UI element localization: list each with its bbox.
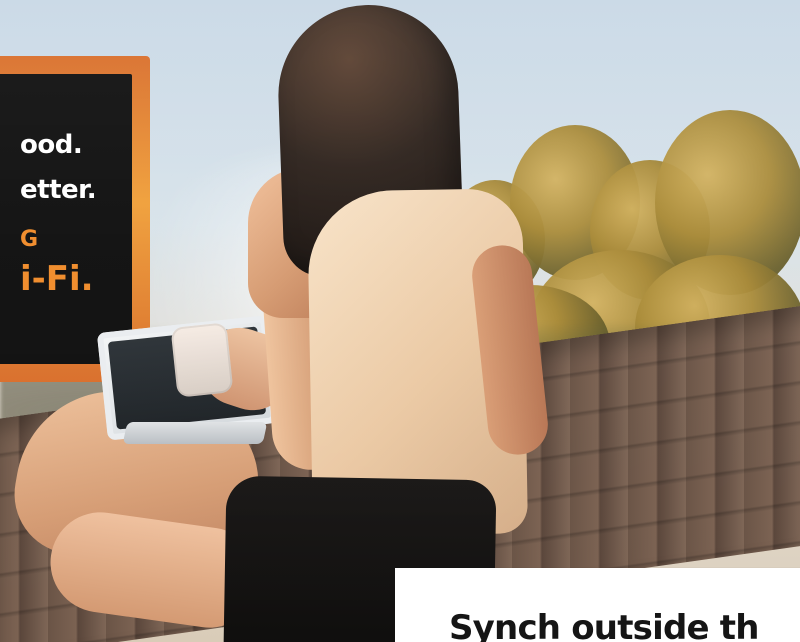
hero-scene: ood. etter. G i-Fi. Synch outside th: [0, 0, 800, 642]
coffee-cup: [170, 322, 234, 398]
person-seated: [5, 0, 551, 642]
headline-text: Synch outside th: [449, 608, 759, 642]
laptop-base: [122, 422, 268, 444]
headline-card: Synch outside th: [395, 568, 800, 642]
